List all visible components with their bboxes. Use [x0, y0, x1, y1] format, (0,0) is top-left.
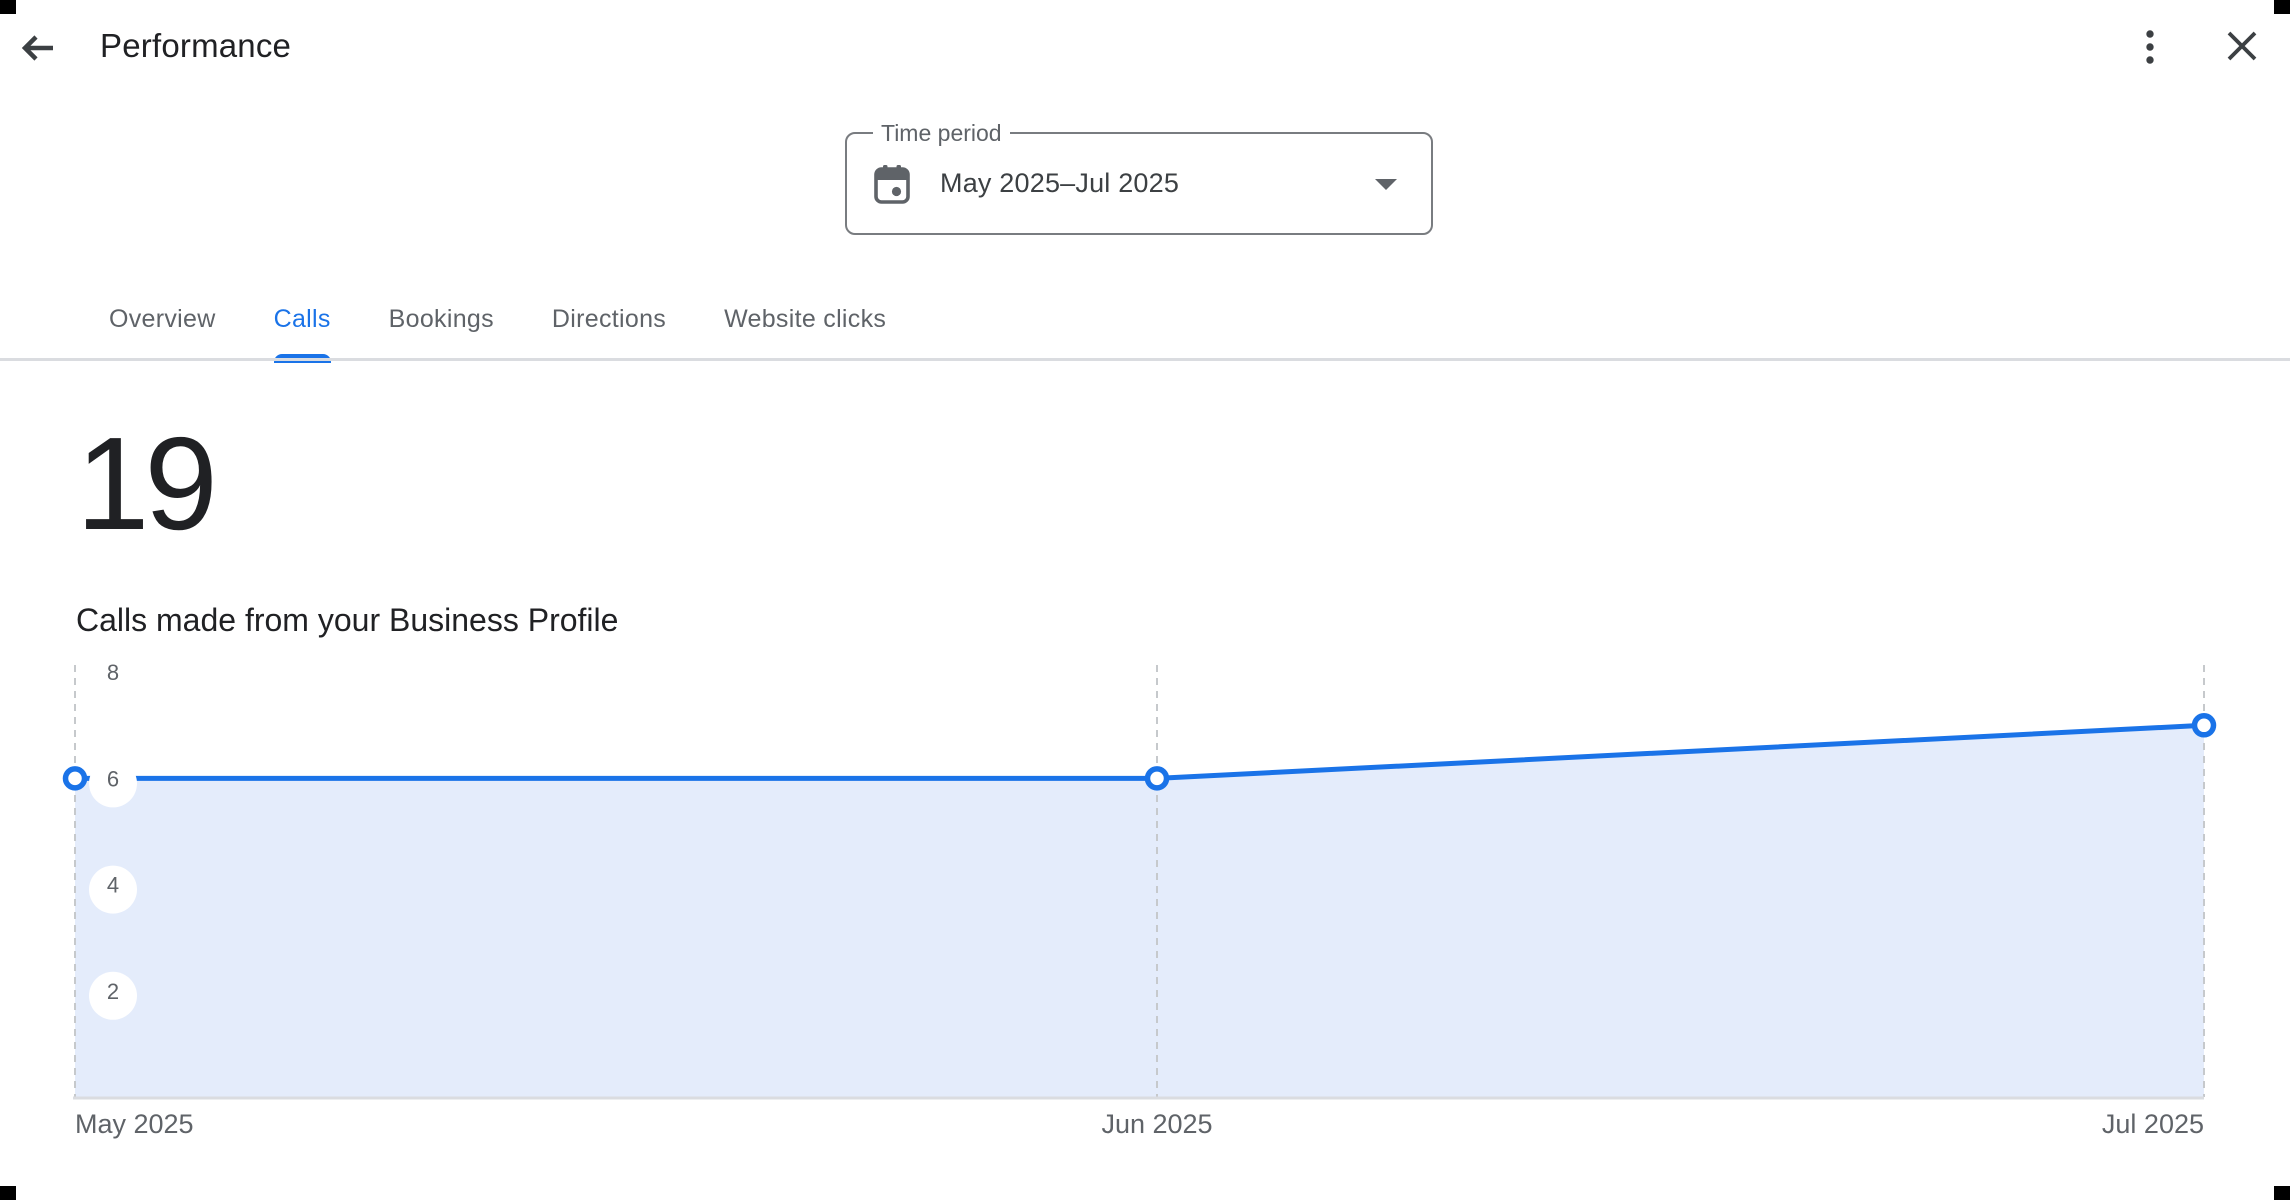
page-title: Performance	[100, 27, 291, 65]
svg-text:8: 8	[107, 660, 119, 685]
time-period-label: Time period	[873, 120, 1010, 146]
performance-dialog: Performance Time period May 2025–Jul 202…	[0, 0, 2290, 1200]
svg-text:6: 6	[107, 766, 119, 791]
corner-marker	[2274, 1186, 2290, 1200]
svg-text:Jul 2025: Jul 2025	[2102, 1109, 2204, 1139]
calls-area-chart: 8 6 4 2 May 2025 Jun 2025 Jul 2025	[0, 640, 2290, 1160]
metric-value: 19	[76, 415, 213, 553]
arrow-left-icon	[20, 33, 56, 63]
svg-text:Jun 2025: Jun 2025	[1101, 1109, 1212, 1139]
close-button[interactable]	[2220, 24, 2264, 68]
more-options-button[interactable]	[2128, 25, 2172, 69]
tab-label: Website clicks	[724, 305, 886, 334]
close-icon	[2226, 30, 2258, 62]
tab-label: Directions	[552, 305, 666, 334]
tab-label: Overview	[109, 305, 216, 334]
back-button[interactable]	[16, 26, 60, 70]
svg-text:May 2025: May 2025	[75, 1109, 194, 1139]
kebab-menu-icon	[2145, 30, 2155, 64]
tab-divider	[0, 358, 2290, 361]
svg-text:2: 2	[107, 979, 119, 1004]
tab-website-clicks[interactable]: Website clicks	[722, 275, 888, 363]
calendar-icon	[874, 164, 910, 204]
tab-label: Calls	[274, 305, 331, 334]
tab-overview[interactable]: Overview	[107, 275, 218, 363]
time-period-value: May 2025–Jul 2025	[940, 168, 1179, 199]
tab-directions[interactable]: Directions	[550, 275, 668, 363]
caret-down-icon	[1375, 179, 1397, 190]
time-period-select[interactable]: Time period May 2025–Jul 2025	[845, 132, 1433, 235]
corner-marker	[0, 1186, 16, 1200]
corner-marker	[0, 0, 16, 14]
metric-description: Calls made from your Business Profile	[76, 598, 618, 642]
corner-marker	[2274, 0, 2290, 14]
tab-bar: Overview Calls Bookings Directions Website c…	[107, 275, 888, 363]
tab-label: Bookings	[389, 305, 494, 334]
svg-text:4: 4	[107, 873, 119, 898]
tab-bookings[interactable]: Bookings	[387, 275, 496, 363]
tab-calls[interactable]: Calls	[272, 275, 333, 363]
